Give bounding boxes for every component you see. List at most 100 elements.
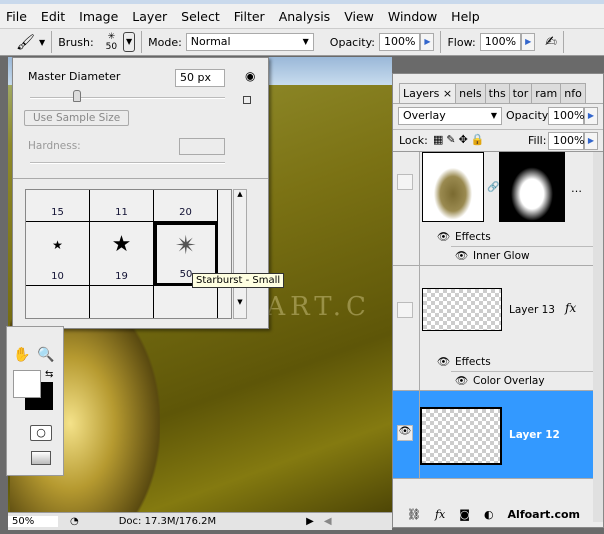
brush-preset[interactable]: 15	[26, 190, 90, 222]
flow-label: Flow:	[447, 35, 476, 49]
fx-icon[interactable]: fx	[435, 508, 445, 521]
swap-colors-icon[interactable]: ⇆	[45, 369, 53, 380]
brush-preset[interactable]: 11	[90, 190, 154, 222]
tab-navigator[interactable]: tor	[508, 83, 533, 103]
toolbox: ✋ 🔍 ⇆ ○	[6, 326, 64, 476]
add-mask-icon[interactable]: ◙	[459, 508, 470, 521]
lock-label: Lock:	[399, 134, 428, 147]
menu-select[interactable]: Select	[181, 9, 220, 24]
master-diameter-slider[interactable]	[30, 97, 225, 99]
hardness-slider	[30, 162, 225, 164]
zoom-level[interactable]: 50%	[8, 516, 58, 527]
scroll-down-icon[interactable]: ▼	[234, 298, 246, 306]
brush-preview[interactable]: ✳ 50	[106, 32, 117, 52]
layer-row-layer-12-selected[interactable]: 👁 Layer 12	[393, 391, 593, 479]
flow-slider-button[interactable]: ▶	[521, 33, 536, 51]
status-info-icon[interactable]: ◔	[70, 516, 79, 527]
brush-preset[interactable]	[90, 286, 154, 318]
brush-preset[interactable]: ★ 10	[26, 222, 90, 286]
brush-preset[interactable]: ★ 19	[90, 222, 154, 286]
lock-icons[interactable]: ▦✎✥🔒	[433, 133, 488, 146]
menu-filter[interactable]: Filter	[234, 9, 265, 24]
menu-analysis[interactable]: Analysis	[279, 9, 331, 24]
scroll-left-icon[interactable]: ◀	[324, 516, 332, 527]
save-preset-icon[interactable]	[243, 96, 251, 104]
presets-scrollbar[interactable]: ▲ ▼	[233, 189, 247, 319]
effects-label: Effects	[455, 356, 491, 368]
layer-name[interactable]: Layer 13	[509, 304, 555, 316]
quick-mask-icon[interactable]: ○	[30, 425, 52, 441]
link-icon[interactable]: 🔗	[487, 182, 499, 193]
brush-preset[interactable]	[154, 286, 218, 318]
zoom-tool-icon[interactable]: 🔍	[37, 347, 54, 363]
layers-list: 🔗 … 👁 Effects 👁 Inner Glow Layer 13 fx 👁…	[393, 152, 593, 522]
close-icon[interactable]: ×	[443, 87, 452, 100]
foreground-color-swatch[interactable]	[13, 370, 41, 398]
tab-info[interactable]: nfo	[560, 83, 586, 103]
use-sample-size-button[interactable]: Use Sample Size	[24, 110, 130, 126]
menu-window[interactable]: Window	[388, 9, 437, 24]
menu-file[interactable]: File	[6, 9, 27, 24]
doc-size: Doc: 17.3M/176.2M	[118, 516, 217, 527]
tab-paths[interactable]: ths	[484, 83, 510, 103]
starburst-icon: ✴	[175, 231, 197, 261]
opacity-input[interactable]: 100%	[379, 33, 421, 51]
effect-eye-icon[interactable]: 👁	[455, 249, 468, 262]
effect-eye-icon[interactable]: 👁	[455, 374, 468, 387]
brush-picker-button[interactable]: ▼	[123, 32, 136, 52]
effects-eye-icon[interactable]: 👁	[437, 230, 450, 243]
tab-channels[interactable]: nels	[455, 83, 486, 103]
layer-thumbnail	[422, 288, 502, 331]
hand-tool-icon[interactable]: ✋	[13, 347, 30, 363]
master-diameter-label: Master Diameter	[28, 70, 121, 83]
tool-preset-dropdown[interactable]: ▼	[39, 38, 45, 47]
opacity-slider-button[interactable]: ▶	[420, 33, 435, 51]
star-icon: ★	[52, 238, 63, 252]
star-icon: ★	[111, 232, 132, 257]
layer-opacity-slider[interactable]: ▶	[584, 107, 598, 125]
link-layers-icon[interactable]: ⛓	[407, 508, 421, 521]
menu-image[interactable]: Image	[79, 9, 118, 24]
layer-row-layer-13[interactable]: Layer 13 fx 👁 Effects 👁 Color Overlay	[393, 266, 593, 391]
fx-icon[interactable]: fx	[565, 301, 576, 315]
opacity-label: Opacity:	[506, 109, 552, 122]
adjustment-layer-icon[interactable]: ◐	[484, 508, 494, 521]
menu-edit[interactable]: Edit	[41, 9, 65, 24]
hardness-input	[179, 138, 225, 155]
brush-tool-icon[interactable]: 🖌	[16, 33, 35, 51]
airbrush-icon[interactable]: ✍	[545, 34, 557, 50]
mode-select[interactable]: Normal ▼	[185, 33, 314, 51]
menu-layer[interactable]: Layer	[132, 9, 167, 24]
brush-preset[interactable]: 20	[154, 190, 218, 222]
menu-view[interactable]: View	[344, 9, 374, 24]
blend-mode-select[interactable]: Overlay ▼	[398, 107, 502, 125]
layer-name[interactable]: Layer 12	[509, 429, 560, 441]
status-menu-arrow[interactable]: ▶	[306, 516, 314, 527]
visibility-toggle[interactable]	[397, 174, 413, 190]
more-icon: …	[571, 182, 582, 195]
fill-slider[interactable]: ▶	[584, 132, 598, 150]
layer-mask-thumbnail[interactable]	[499, 152, 565, 222]
master-diameter-input[interactable]: 50 px	[175, 69, 225, 87]
layer-row-tree[interactable]: 🔗 … 👁 Effects 👁 Inner Glow	[393, 152, 593, 266]
effect-inner-glow[interactable]: Inner Glow	[473, 250, 530, 262]
layers-scrollbar[interactable]	[593, 152, 603, 522]
layer-opacity-input[interactable]: 100%	[548, 107, 584, 125]
screen-mode-icon[interactable]	[31, 451, 51, 465]
tab-layers[interactable]: Layers ×	[399, 83, 457, 103]
slider-thumb[interactable]	[72, 90, 81, 102]
visibility-toggle[interactable]	[397, 302, 413, 318]
fill-input[interactable]: 100%	[548, 132, 584, 150]
layer-thumbnail	[420, 407, 502, 465]
scroll-up-icon[interactable]: ▲	[234, 190, 246, 198]
effects-eye-icon[interactable]: 👁	[437, 355, 450, 368]
eye-icon[interactable]: 👁	[397, 425, 413, 441]
menu-bar: File Edit Image Layer Select Filter Anal…	[0, 0, 604, 28]
tab-histogram[interactable]: ram	[531, 83, 562, 103]
menu-help[interactable]: Help	[451, 9, 480, 24]
flow-input[interactable]: 100%	[479, 33, 522, 51]
panel-menu-icon[interactable]: ◉	[245, 69, 255, 83]
brush-preset[interactable]	[26, 286, 90, 318]
chevron-down-icon: ▼	[302, 37, 309, 46]
effect-color-overlay[interactable]: Color Overlay	[473, 375, 545, 387]
